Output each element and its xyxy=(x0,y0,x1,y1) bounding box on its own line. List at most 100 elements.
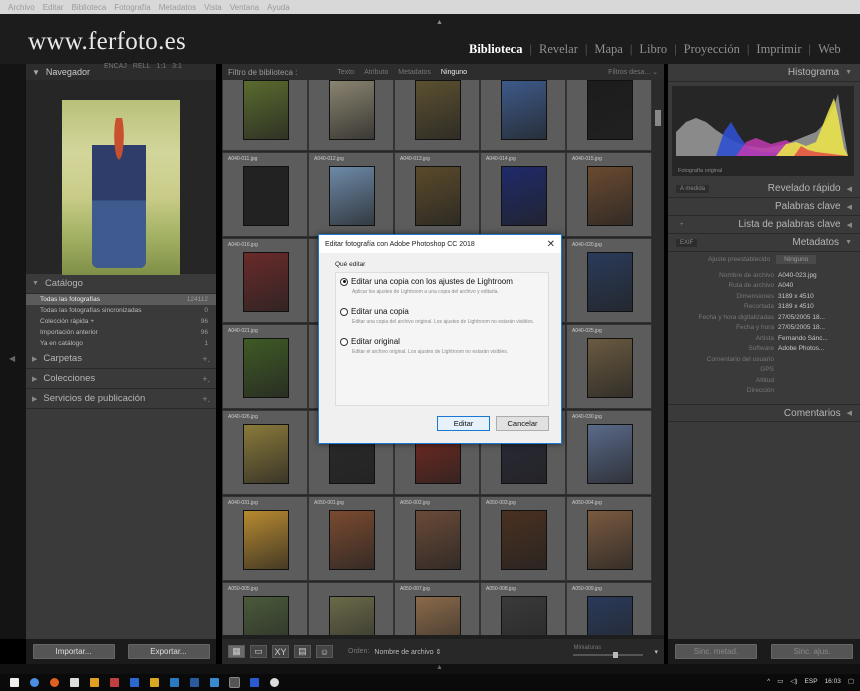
dialog-close-icon[interactable]: ✕ xyxy=(547,239,555,250)
thumbnail-cell[interactable]: A040-013.jpg xyxy=(394,152,480,237)
thumbnail-image[interactable] xyxy=(587,338,633,398)
import-button[interactable]: Importar... xyxy=(32,644,115,659)
quick-develop-preset[interactable]: A medida xyxy=(676,184,710,193)
thumbnail-image[interactable] xyxy=(329,510,375,570)
dialog-option[interactable]: Editar una copia con los ajustes de Ligh… xyxy=(340,277,544,295)
filmstrip-collapsed[interactable]: ▲ xyxy=(0,664,860,674)
quick-develop-header[interactable]: A medida Revelado rápido ◀ xyxy=(668,180,860,198)
thumbnail-cell[interactable] xyxy=(480,80,566,151)
module-tab[interactable]: Libro xyxy=(632,42,674,57)
thumbnail-image[interactable] xyxy=(243,510,289,570)
thumbnail-image[interactable] xyxy=(501,596,547,635)
thumbnail-image[interactable] xyxy=(415,510,461,570)
metadata-value[interactable]: A040-023.jpg xyxy=(778,272,817,279)
thumbnail-cell[interactable] xyxy=(308,80,394,151)
thumbnail-size-knob[interactable] xyxy=(613,652,619,658)
keywords-header[interactable]: Palabras clave ◀ xyxy=(668,198,860,216)
metadata-value[interactable]: 27/05/2005 18... xyxy=(778,314,825,321)
lightroom-active-icon[interactable] xyxy=(229,677,240,688)
file-icon[interactable] xyxy=(70,678,79,687)
sync-settings-button[interactable]: Sinc. ajus. xyxy=(771,644,853,659)
thumbnail-image[interactable] xyxy=(587,424,633,484)
toolbar-menu-icon[interactable]: ▾ xyxy=(654,648,658,656)
thumbnail-image[interactable] xyxy=(587,510,633,570)
histogram-toggle-icon[interactable]: ▼ xyxy=(845,69,852,76)
thumbnail-image[interactable] xyxy=(243,424,289,484)
browser-icon[interactable] xyxy=(30,678,39,687)
comments-toggle-icon[interactable]: ◀ xyxy=(847,409,852,417)
thumbnail-cell[interactable]: A050-008.jpg xyxy=(480,582,566,635)
add-icon[interactable]: +. xyxy=(202,354,210,364)
clock[interactable]: 16:03 xyxy=(825,678,841,685)
thumbnail-size-slider[interactable]: Miniaturas xyxy=(573,645,644,658)
catalog-row[interactable]: Ya en catálogo 1 xyxy=(26,338,216,349)
sync-metadata-button[interactable]: Sinc. metad. xyxy=(675,644,757,659)
add-icon[interactable]: +. xyxy=(202,374,210,384)
dialog-option[interactable]: Editar una copia Editar una copia del arc… xyxy=(340,307,544,325)
photoshop-icon[interactable] xyxy=(170,678,179,687)
navigator-preview[interactable] xyxy=(26,80,216,275)
section-expand-icon[interactable]: ▶ xyxy=(32,355,37,363)
radio-icon[interactable] xyxy=(340,307,348,316)
left-section-header[interactable]: ▶ Colecciones +. xyxy=(26,369,216,389)
thumbnail-cell[interactable]: A040-026.jpg xyxy=(222,410,308,495)
menu-item[interactable]: Metadatos xyxy=(159,3,196,12)
menu-item[interactable]: Ventana xyxy=(230,3,259,12)
cancel-button[interactable]: Cancelar xyxy=(496,416,549,431)
comments-header[interactable]: Comentarios ◀ xyxy=(668,404,860,422)
dialog-option-row[interactable]: Editar una copia xyxy=(340,307,544,316)
catalog-toggle-icon[interactable]: ▼ xyxy=(32,280,39,287)
sort-dropdown[interactable]: Nombre de archivo ⇕ xyxy=(374,648,441,656)
thumbnail-image[interactable] xyxy=(243,338,289,398)
edit-button[interactable]: Editar xyxy=(437,416,490,431)
navigator-option-fit[interactable]: ENCAJ xyxy=(104,63,127,70)
menu-item[interactable]: Editar xyxy=(43,3,64,12)
language-indicator[interactable]: ESP xyxy=(805,678,818,685)
thumbnail-cell[interactable]: A050-003.jpg xyxy=(480,496,566,581)
collapse-left-arrow-icon[interactable]: ◀ xyxy=(9,354,15,363)
thumbnail-image[interactable] xyxy=(243,80,289,140)
metadata-view-dropdown[interactable]: EXIF xyxy=(676,238,698,247)
thumbnail-cell[interactable]: A050-005.jpg xyxy=(222,582,308,635)
thumbnail-cell[interactable] xyxy=(308,582,394,635)
metadata-value[interactable]: Fernando Sánc... xyxy=(778,335,828,342)
grid-scrollbar-thumb[interactable] xyxy=(655,110,661,126)
filter-option-attribute[interactable]: Atributo xyxy=(364,69,388,76)
catalog-row[interactable]: Colección rápida + 96 xyxy=(26,316,216,327)
filter-option-none[interactable]: Ninguno xyxy=(441,69,467,76)
left-section-header[interactable]: ▶ Carpetas +. xyxy=(26,349,216,369)
module-tab[interactable]: Biblioteca xyxy=(462,42,529,57)
grid-scrollbar[interactable] xyxy=(652,80,664,635)
dialog-option-row[interactable]: Editar original xyxy=(340,337,544,346)
thumbnail-cell[interactable]: A040-011.jpg xyxy=(222,152,308,237)
thumbnail-cell[interactable]: A040-025.jpg xyxy=(566,324,652,409)
settings-icon[interactable] xyxy=(270,678,279,687)
thumbnail-image[interactable] xyxy=(329,596,375,635)
thumbnail-cell[interactable] xyxy=(222,80,308,151)
app-icon[interactable] xyxy=(250,678,259,687)
thumbnail-image[interactable] xyxy=(415,596,461,635)
folder-icon[interactable] xyxy=(150,678,159,687)
module-tab[interactable]: Web xyxy=(811,42,848,57)
filter-option-metadata[interactable]: Metadatos xyxy=(398,69,431,76)
keywords-toggle-icon[interactable]: ◀ xyxy=(847,203,852,211)
metadata-toggle-icon[interactable]: ▼ xyxy=(845,239,852,246)
thumbnail-cell[interactable]: A040-030.jpg xyxy=(566,410,652,495)
thumbnail-image[interactable] xyxy=(415,166,461,226)
radio-icon[interactable] xyxy=(340,337,348,346)
thumbnail-cell[interactable] xyxy=(566,80,652,151)
radio-icon[interactable] xyxy=(340,277,348,286)
vlc-icon[interactable] xyxy=(90,678,99,687)
add-icon[interactable]: +. xyxy=(202,394,210,404)
menu-item[interactable]: Archivo xyxy=(8,3,35,12)
left-section-header[interactable]: ▶ Servicios de publicación +. xyxy=(26,389,216,409)
thumbnail-cell[interactable]: A050-001.jpg xyxy=(308,496,394,581)
thumbnail-cell[interactable]: A040-015.jpg xyxy=(566,152,652,237)
collapse-top-arrow-icon[interactable]: ▲ xyxy=(436,19,443,26)
metadata-value[interactable]: 3189 x 4510 xyxy=(778,303,814,310)
thumbnail-cell[interactable]: A040-031.jpg xyxy=(222,496,308,581)
metadata-value[interactable]: Adobe Photos... xyxy=(778,345,824,352)
firefox-icon[interactable] xyxy=(50,678,59,687)
loupe-view-icon[interactable]: ▭ xyxy=(250,645,267,658)
navigator-header[interactable]: ▼ Navegador ENCAJ RELL 1:1 3:1 xyxy=(26,63,216,80)
